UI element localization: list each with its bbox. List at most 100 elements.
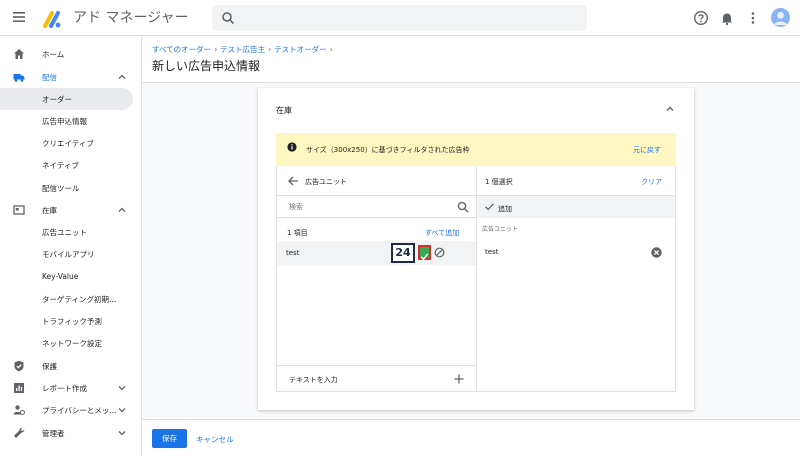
top-app-bar: アド マネージャー bbox=[0, 0, 800, 36]
sidebar-item-label: 保護 bbox=[42, 362, 57, 371]
sidebar-item-line-items[interactable]: 広告申込情報 bbox=[0, 110, 141, 132]
banner-text: サイズ（300x250）に基づきフィルタされた広告枠 bbox=[306, 146, 470, 154]
chevron-up-icon[interactable] bbox=[117, 205, 127, 215]
sidebar-item-ad-units[interactable]: 広告ユニット bbox=[0, 221, 141, 243]
clear-link[interactable]: クリア bbox=[641, 177, 662, 187]
arrow-back-icon[interactable] bbox=[287, 175, 299, 187]
breadcrumb-separator: › bbox=[268, 45, 272, 54]
breadcrumb-link[interactable]: テストオーダー bbox=[274, 45, 327, 54]
remove-icon[interactable] bbox=[651, 247, 662, 258]
search-icon[interactable] bbox=[457, 201, 469, 213]
picker-search bbox=[277, 196, 476, 218]
sidebar-item-native[interactable]: ネイティブ bbox=[0, 154, 141, 176]
item-count: 1 項目 bbox=[287, 229, 308, 237]
sidebar-item-targeting-presets[interactable]: ターゲティング初期... bbox=[0, 288, 141, 310]
shield-icon bbox=[14, 360, 24, 372]
main-content: すべてのオーダー › テスト広告主 › テストオーダー › 新しい広告申込情報 在庫 サイ… bbox=[141, 37, 800, 419]
sidebar-nav: ホーム 配信 オーダー 広告申込情報 クリエイティブ ネイティブ 配信ツール 在… bbox=[0, 37, 141, 456]
sidebar-item-delivery-tools[interactable]: 配信ツール bbox=[0, 177, 141, 199]
list-item-label: test bbox=[286, 249, 300, 257]
picker-title: 広告ユニット bbox=[305, 178, 347, 186]
search-input[interactable] bbox=[242, 9, 572, 27]
check-icon bbox=[485, 203, 494, 211]
sidebar-item-label: 配信 bbox=[42, 73, 57, 82]
cancel-button[interactable]: キャンセル bbox=[196, 434, 234, 445]
sidebar-item-label: ネットワーク設定 bbox=[42, 339, 102, 348]
page-title: 新しい広告申込情報 bbox=[152, 59, 261, 73]
wrench-icon bbox=[14, 427, 25, 438]
global-search[interactable] bbox=[212, 5, 587, 31]
sidebar-item-privacy-messaging[interactable]: プライバシーとメッ... bbox=[0, 399, 141, 421]
chevron-down-icon[interactable] bbox=[117, 383, 127, 393]
breadcrumb-link[interactable]: すべてのオーダー bbox=[152, 45, 211, 54]
filter-banner: サイズ（300x250）に基づきフィルタされた広告枠 元に戻す bbox=[276, 133, 676, 166]
picker-search-input[interactable] bbox=[289, 200, 439, 214]
breadcrumb-separator: › bbox=[214, 45, 218, 54]
app-title: アド マネージャー bbox=[73, 10, 189, 26]
revert-link[interactable]: 元に戻す bbox=[633, 145, 661, 155]
included-section: 追加 bbox=[477, 196, 675, 218]
chevron-up-icon[interactable] bbox=[117, 72, 127, 82]
sidebar-item-network-settings[interactable]: ネットワーク設定 bbox=[0, 332, 141, 354]
add-all-link[interactable]: すべて追加 bbox=[425, 228, 459, 238]
home-icon bbox=[14, 49, 24, 59]
sidebar-item-label: オーダー bbox=[42, 95, 72, 104]
sidebar-item-mobile-apps[interactable]: モバイルアプリ bbox=[0, 243, 141, 265]
sidebar-item-traffic-forecast[interactable]: トラフィック予測 bbox=[0, 310, 141, 332]
selected-count: 1 個選択 bbox=[485, 178, 513, 186]
breadcrumb: すべてのオーダー › テスト広告主 › テストオーダー › bbox=[152, 44, 336, 55]
sidebar-item-label: トラフィック予測 bbox=[42, 317, 102, 326]
sidebar-item-label: プライバシーとメッ... bbox=[42, 406, 117, 415]
chevron-down-icon[interactable] bbox=[117, 405, 127, 415]
inventory-card: 在庫 サイズ（300x250）に基づきフィルタされた広告枠 元に戻す 広告ユニッ… bbox=[258, 88, 694, 410]
sidebar-item-inventory[interactable]: 在庫 bbox=[0, 199, 141, 221]
list-item[interactable]: test 24 bbox=[277, 241, 476, 265]
sidebar-item-label: ターゲティング初期... bbox=[42, 295, 117, 304]
report-icon bbox=[14, 383, 24, 393]
sidebar-item-label: 配信ツール bbox=[42, 184, 80, 193]
sidebar-item-reporting[interactable]: レポート作成 bbox=[0, 377, 141, 399]
sidebar-item-label: ホーム bbox=[42, 50, 65, 59]
card-title: 在庫 bbox=[276, 106, 292, 115]
sidebar-item-delivery[interactable]: 配信 bbox=[0, 66, 141, 88]
form-area: 在庫 サイズ（300x250）に基づきフィルタされた広告枠 元に戻す 広告ユニッ… bbox=[142, 82, 800, 419]
notifications-icon[interactable] bbox=[719, 10, 735, 26]
sidebar-item-home[interactable]: ホーム bbox=[0, 43, 141, 65]
chevron-up-icon[interactable] bbox=[664, 103, 676, 115]
sidebar-item-label: レポート作成 bbox=[42, 384, 87, 393]
included-label: 追加 bbox=[498, 205, 512, 213]
selection-header: 1 個選択 クリア bbox=[477, 166, 675, 196]
selected-item: test bbox=[485, 248, 499, 256]
sidebar-item-creatives[interactable]: クリエイティブ bbox=[0, 132, 141, 154]
sidebar-item-label: クリエイティブ bbox=[42, 139, 94, 148]
menu-icon[interactable] bbox=[12, 10, 26, 24]
avatar[interactable] bbox=[771, 8, 790, 27]
truck-icon bbox=[13, 74, 25, 82]
sidebar-item-label: Key-Value bbox=[42, 272, 79, 281]
sidebar-item-label: 在庫 bbox=[42, 206, 57, 215]
action-bar: 保存 キャンセル bbox=[141, 419, 800, 456]
save-button[interactable]: 保存 bbox=[152, 429, 187, 448]
info-icon bbox=[287, 142, 297, 152]
sidebar-item-label: 広告申込情報 bbox=[42, 117, 87, 126]
chevron-down-icon[interactable] bbox=[117, 428, 127, 438]
inventory-icon bbox=[13, 205, 25, 215]
more-vert-icon[interactable] bbox=[745, 10, 761, 26]
ad-unit-picker: 広告ユニット 1 項目 すべて追加 test 24 テキストを入 bbox=[276, 166, 477, 392]
help-icon[interactable] bbox=[693, 10, 709, 26]
breadcrumb-link[interactable]: テスト広告主 bbox=[220, 45, 265, 54]
sidebar-item-protections[interactable]: 保護 bbox=[0, 355, 141, 377]
block-icon[interactable] bbox=[434, 247, 445, 258]
include-button[interactable] bbox=[418, 245, 431, 261]
sidebar-item-label: モバイルアプリ bbox=[42, 250, 95, 259]
sidebar-item-label: 管理者 bbox=[42, 429, 65, 438]
annotation-badge: 24 bbox=[391, 243, 415, 263]
selection-panel: 1 個選択 クリア 追加 広告ユニット test bbox=[477, 166, 676, 392]
text-entry-row[interactable]: テキストを入力 bbox=[277, 365, 476, 391]
sidebar-item-admin[interactable]: 管理者 bbox=[0, 422, 141, 444]
sidebar-item-key-value[interactable]: Key-Value bbox=[0, 266, 141, 288]
check-icon bbox=[420, 253, 429, 261]
plus-icon[interactable] bbox=[453, 373, 465, 385]
section-caption: 広告ユニット bbox=[482, 226, 519, 233]
sidebar-item-orders[interactable]: オーダー bbox=[0, 88, 133, 110]
